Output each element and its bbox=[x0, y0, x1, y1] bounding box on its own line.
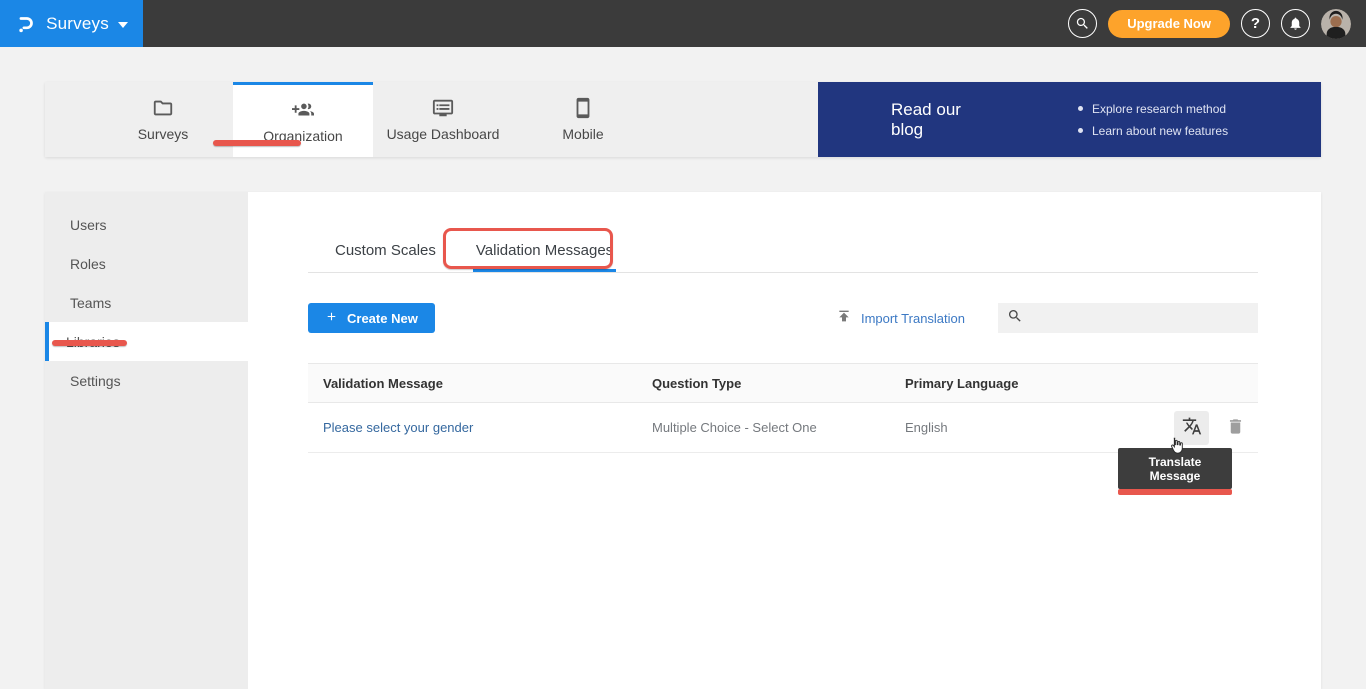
validation-messages-table: Validation Message Question Type Primary… bbox=[308, 363, 1258, 453]
promo-title: Read our blog bbox=[891, 100, 996, 140]
blog-promo-panel[interactable]: Read our blog Explore research method Le… bbox=[818, 82, 1321, 157]
tab-surveys[interactable]: Surveys bbox=[93, 82, 233, 157]
import-translation-label: Import Translation bbox=[861, 311, 965, 326]
trash-icon bbox=[1226, 417, 1245, 439]
import-translation-link[interactable]: Import Translation bbox=[836, 308, 965, 329]
topbar-actions: Upgrade Now ? bbox=[1068, 9, 1366, 39]
main-card: Users Roles Teams Libraries Settings Cus… bbox=[45, 192, 1321, 689]
tab-mobile[interactable]: Mobile bbox=[513, 82, 653, 157]
chevron-down-icon bbox=[118, 22, 128, 28]
sidebar-item-settings[interactable]: Settings bbox=[45, 361, 248, 400]
translate-message-button[interactable] bbox=[1174, 411, 1209, 445]
product-label: Surveys bbox=[46, 14, 109, 34]
column-header-question-type: Question Type bbox=[652, 376, 905, 391]
question-type-cell: Multiple Choice - Select One bbox=[652, 420, 905, 435]
tooltip: Translate Message bbox=[1118, 448, 1232, 495]
promo-bullet-list: Explore research method Learn about new … bbox=[1078, 98, 1228, 142]
tabs-divider bbox=[308, 272, 1258, 273]
question-mark-icon: ? bbox=[1251, 15, 1260, 32]
tab-validation-messages[interactable]: Validation Messages bbox=[473, 228, 616, 272]
tab-label: Surveys bbox=[138, 126, 189, 142]
tab-organization[interactable]: Organization bbox=[233, 82, 373, 157]
row-actions bbox=[1174, 411, 1258, 445]
search-button[interactable] bbox=[1068, 9, 1097, 38]
primary-language-cell: English bbox=[905, 420, 1174, 435]
translate-icon bbox=[1182, 416, 1202, 439]
top-bar: Surveys Upgrade Now ? bbox=[0, 0, 1366, 47]
tooltip-label: Translate Message bbox=[1118, 448, 1232, 489]
tab-custom-scales[interactable]: Custom Scales bbox=[332, 228, 439, 272]
import-icon bbox=[836, 308, 852, 329]
search-box[interactable] bbox=[998, 303, 1258, 333]
group-add-icon bbox=[291, 99, 315, 121]
delete-button[interactable] bbox=[1226, 417, 1245, 439]
notifications-button[interactable] bbox=[1281, 9, 1310, 38]
help-button[interactable]: ? bbox=[1241, 9, 1270, 38]
create-new-label: Create New bbox=[347, 311, 418, 326]
smartphone-icon bbox=[572, 97, 594, 119]
search-icon bbox=[1007, 308, 1023, 329]
tab-label: Organization bbox=[263, 128, 342, 144]
avatar[interactable] bbox=[1321, 9, 1351, 39]
app-tab-band: Surveys Organization Usage Dashboard Mob… bbox=[45, 82, 1321, 157]
upgrade-now-button[interactable]: Upgrade Now bbox=[1108, 10, 1230, 38]
search-input[interactable] bbox=[1030, 311, 1249, 326]
column-header-validation-message: Validation Message bbox=[308, 376, 652, 391]
sidebar: Users Roles Teams Libraries Settings bbox=[45, 192, 248, 689]
sidebar-item-teams[interactable]: Teams bbox=[45, 283, 248, 322]
dashboard-icon bbox=[432, 97, 454, 119]
sidebar-item-libraries[interactable]: Libraries bbox=[45, 322, 248, 361]
app-tabs: Surveys Organization Usage Dashboard Mob… bbox=[45, 82, 818, 157]
promo-bullet: Learn about new features bbox=[1078, 120, 1228, 142]
plus-icon bbox=[325, 310, 338, 326]
validation-message-link[interactable]: Please select your gender bbox=[323, 420, 473, 435]
sidebar-item-users[interactable]: Users bbox=[45, 205, 248, 244]
column-header-primary-language: Primary Language bbox=[905, 376, 1258, 391]
tab-label: Usage Dashboard bbox=[387, 126, 500, 142]
bell-icon bbox=[1288, 16, 1303, 31]
promo-bullet: Explore research method bbox=[1078, 98, 1228, 120]
tab-label: Mobile bbox=[562, 126, 603, 142]
questionpro-logo-icon bbox=[15, 12, 37, 36]
table-header-row: Validation Message Question Type Primary… bbox=[308, 363, 1258, 403]
search-icon bbox=[1075, 16, 1090, 31]
annotation-underline-tooltip bbox=[1118, 489, 1232, 495]
create-new-button[interactable]: Create New bbox=[308, 303, 435, 333]
library-tabs: Custom Scales Validation Messages bbox=[308, 228, 1258, 272]
sidebar-item-roles[interactable]: Roles bbox=[45, 244, 248, 283]
tab-usage-dashboard[interactable]: Usage Dashboard bbox=[373, 82, 513, 157]
toolbar: Create New Import Translation bbox=[308, 303, 1258, 333]
folder-icon bbox=[152, 97, 174, 119]
table-row: Please select your gender Multiple Choic… bbox=[308, 403, 1258, 453]
content-area: Custom Scales Validation Messages Create… bbox=[248, 192, 1321, 689]
product-switcher[interactable]: Surveys bbox=[0, 0, 143, 47]
